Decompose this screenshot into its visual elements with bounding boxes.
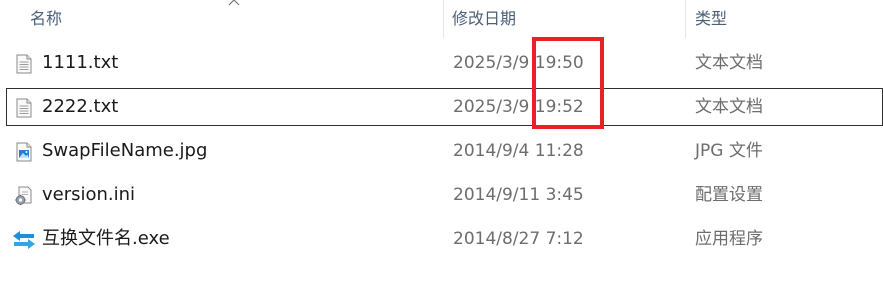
- file-name: 2222.txt: [42, 96, 119, 117]
- column-header-type[interactable]: 类型: [695, 0, 883, 38]
- file-type: 文本文档: [695, 53, 763, 73]
- time-highlight-annotation: [532, 37, 604, 129]
- file-row[interactable]: SwapFileName.jpg 2014/9/4 11:28 JPG 文件: [6, 132, 883, 170]
- file-type: 应用程序: [695, 229, 763, 249]
- file-row[interactable]: 1111.txt 2025/3/9 19:50 文本文档: [6, 44, 883, 82]
- file-name: 1111.txt: [42, 52, 119, 73]
- file-row[interactable]: 互换文件名.exe 2014/8/27 7:12 应用程序: [6, 220, 883, 258]
- file-type: 配置设置: [695, 185, 763, 205]
- file-name: 互换文件名.exe: [42, 228, 170, 249]
- column-header-bar: 名称 修改日期 类型: [0, 0, 883, 38]
- text-document-icon: [16, 98, 32, 118]
- file-name: SwapFileName.jpg: [42, 140, 208, 161]
- text-document-icon: [16, 54, 32, 74]
- file-row[interactable]: version.ini 2014/9/11 3:45 配置设置: [6, 176, 883, 214]
- column-header-date[interactable]: 修改日期: [452, 0, 684, 38]
- sort-up-icon: [228, 0, 240, 6]
- column-divider[interactable]: [685, 0, 686, 38]
- image-file-icon: [16, 142, 32, 162]
- settings-file-icon: [15, 186, 32, 206]
- file-modified-date: 2014/9/11 3:45: [453, 185, 584, 205]
- file-type: JPG 文件: [695, 141, 763, 161]
- swap-arrows-icon: [13, 231, 35, 249]
- file-modified-date: 2014/9/4 11:28: [453, 141, 584, 161]
- file-row-focused[interactable]: 2222.txt 2025/3/9 19:52 文本文档: [6, 88, 883, 126]
- file-name: version.ini: [42, 184, 136, 205]
- file-modified-date: 2014/8/27 7:12: [453, 229, 584, 249]
- file-explorer-list: 名称 修改日期 类型 1111.txt 2025/3/9 19:50 文本文档: [0, 0, 883, 295]
- column-divider[interactable]: [443, 0, 444, 38]
- file-type: 文本文档: [695, 97, 763, 117]
